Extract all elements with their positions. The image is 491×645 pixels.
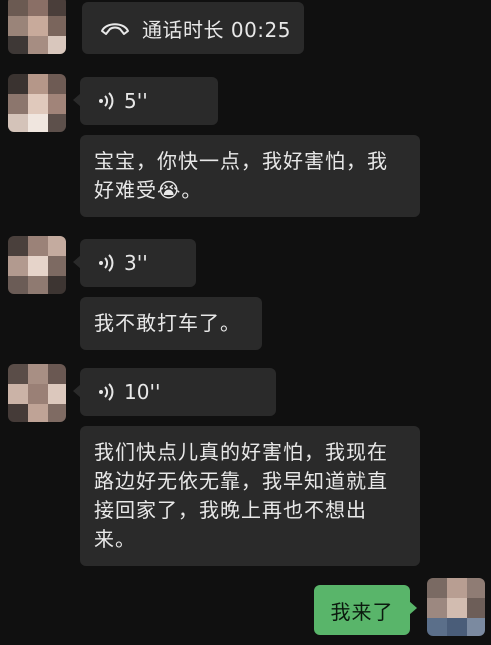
- message-line: 我不敢打车了。: [94, 311, 241, 335]
- voice-duration: 10'': [124, 380, 161, 404]
- voice-duration: 3'': [124, 251, 148, 275]
- phone-hangup-icon: [101, 23, 129, 35]
- contact-avatar[interactable]: [8, 0, 66, 54]
- message-line: 接回家了，我晚上再也不想出: [94, 498, 367, 522]
- message-line: 我们快点儿真的好害怕，我现在: [94, 440, 388, 464]
- message-line: 路边好无依无靠，我早知道就直: [94, 469, 388, 493]
- text-message-bubble[interactable]: 我不敢打车了。: [80, 297, 262, 350]
- call-duration-text: 通话时长 00:25: [142, 17, 291, 42]
- contact-avatar[interactable]: [8, 236, 66, 294]
- self-avatar[interactable]: [427, 578, 485, 636]
- message-line: 宝宝，你快一点，我好害怕，我: [94, 149, 388, 173]
- voice-message-bubble[interactable]: 5'': [73, 77, 218, 125]
- message-line: 好难受😭。: [94, 178, 203, 202]
- contact-avatar[interactable]: [8, 364, 66, 422]
- sent-message-bubble[interactable]: 我来了: [314, 585, 417, 635]
- text-message-bubble[interactable]: 我们快点儿真的好害怕，我现在 路边好无依无靠，我早知道就直 接回家了，我晚上再也…: [80, 426, 420, 566]
- voice-message-bubble[interactable]: 3'': [73, 239, 196, 287]
- contact-avatar[interactable]: [8, 74, 66, 132]
- voice-wave-icon: [99, 254, 114, 272]
- voice-wave-icon: [99, 92, 114, 110]
- message-text: 我来了: [330, 599, 394, 624]
- voice-duration: 5'': [124, 89, 148, 113]
- call-duration-bubble[interactable]: 通话时长 00:25: [82, 2, 304, 54]
- message-line: 来。: [94, 527, 136, 551]
- voice-message-bubble[interactable]: 10'': [73, 368, 276, 416]
- voice-wave-icon: [99, 383, 114, 401]
- text-message-bubble[interactable]: 宝宝，你快一点，我好害怕，我 好难受😭。: [80, 135, 420, 217]
- chat-screen: 通话时长 00:25 5'' 宝宝，你快一点，我好害怕，我 好难受😭。 3'' …: [0, 0, 491, 645]
